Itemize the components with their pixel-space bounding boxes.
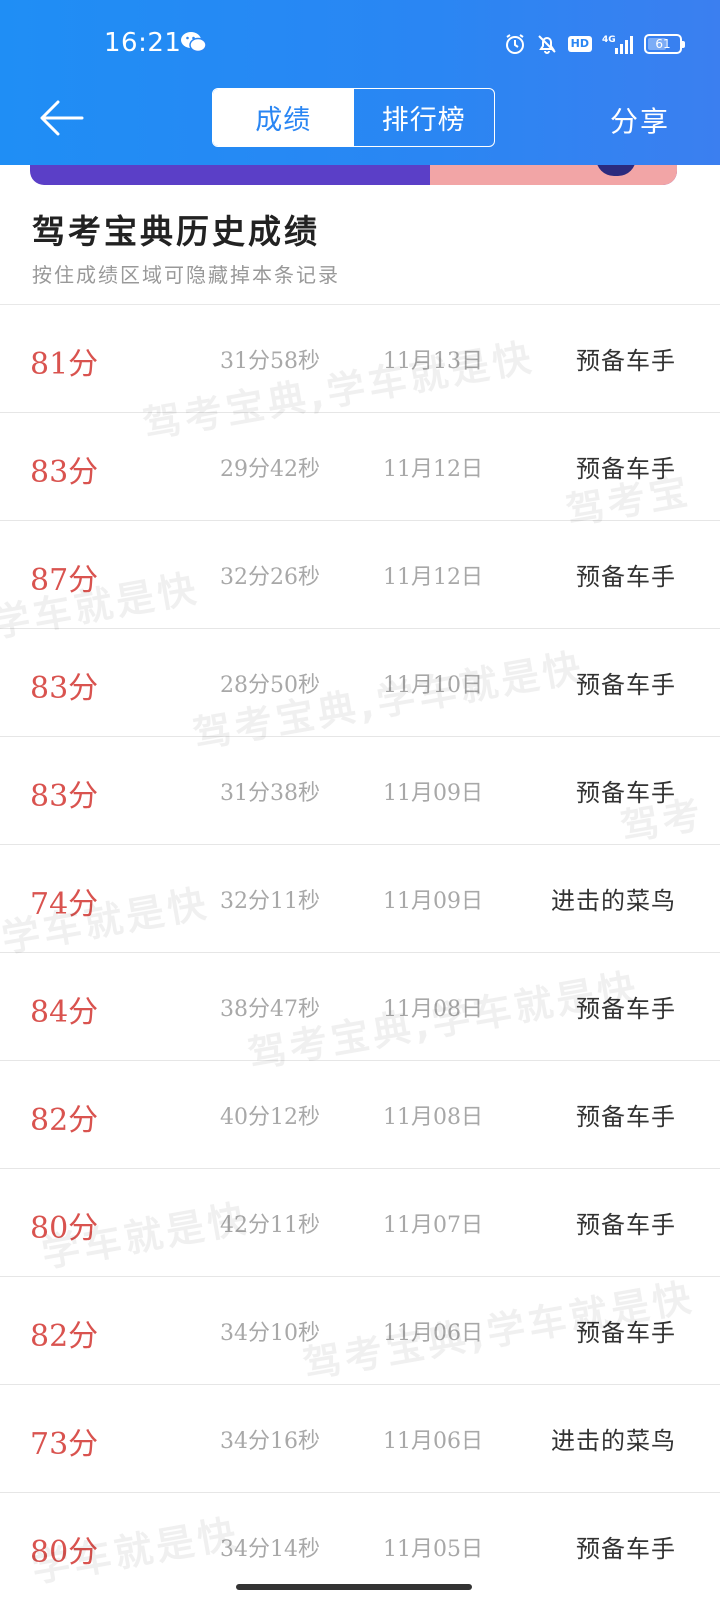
history-header: 驾考宝典历史成绩 按住成绩区域可隐藏掉本条记录 xyxy=(0,185,720,305)
score-record-row[interactable]: 87分 32分26秒 11月12日 预备车手 xyxy=(0,521,720,629)
wechat-icon xyxy=(181,32,207,53)
page-subtitle: 按住成绩区域可隐藏掉本条记录 xyxy=(32,263,340,287)
record-level: 预备车手 xyxy=(576,779,676,807)
back-arrow-icon[interactable] xyxy=(38,96,84,140)
hd-icon: HD xyxy=(567,36,592,52)
svg-text:4G: 4G xyxy=(602,35,616,45)
record-duration: 31分58秒 xyxy=(220,349,320,374)
bell-off-icon xyxy=(536,33,558,55)
record-duration: 32分11秒 xyxy=(220,889,320,914)
score-record-row[interactable]: 82分 40分12秒 11月08日 预备车手 xyxy=(0,1061,720,1169)
tab-leaderboard[interactable]: 排行榜 xyxy=(354,89,495,146)
record-duration: 42分11秒 xyxy=(220,1213,320,1238)
record-score: 84分 xyxy=(30,995,99,1030)
record-score: 82分 xyxy=(30,1319,99,1354)
record-duration: 31分38秒 xyxy=(220,781,320,806)
battery-level: 61 xyxy=(655,37,671,51)
score-record-row[interactable]: 74分 32分11秒 11月09日 进击的菜鸟 xyxy=(0,845,720,953)
signal-icon: 4G xyxy=(602,33,634,55)
score-history-list: 81分 31分58秒 11月13日 预备车手 83分 29分42秒 11月12日 预备车手 87… xyxy=(0,305,720,1600)
record-duration: 38分47秒 xyxy=(220,997,320,1022)
record-date: 11月13日 xyxy=(383,349,483,374)
segmented-tabs: 成绩 排行榜 xyxy=(212,88,495,147)
share-button[interactable]: 分享 xyxy=(610,100,670,140)
record-duration: 28分50秒 xyxy=(220,673,320,698)
alarm-icon xyxy=(504,33,526,55)
record-date: 11月12日 xyxy=(383,457,483,482)
record-date: 11月12日 xyxy=(383,565,483,590)
tab-scores[interactable]: 成绩 xyxy=(213,89,354,146)
record-duration: 32分26秒 xyxy=(220,565,320,590)
record-level: 预备车手 xyxy=(576,1211,676,1239)
record-date: 11月10日 xyxy=(383,673,483,698)
record-score: 82分 xyxy=(30,1103,99,1138)
record-level: 预备车手 xyxy=(576,347,676,375)
record-score: 80分 xyxy=(30,1535,99,1570)
record-score: 80分 xyxy=(30,1211,99,1246)
record-duration: 34分16秒 xyxy=(220,1429,320,1454)
record-level: 预备车手 xyxy=(576,1535,676,1563)
score-record-row[interactable]: 83分 31分38秒 11月09日 预备车手 xyxy=(0,737,720,845)
record-date: 11月09日 xyxy=(383,781,483,806)
score-record-row[interactable]: 73分 34分16秒 11月06日 进击的菜鸟 xyxy=(0,1385,720,1493)
score-record-row[interactable]: 84分 38分47秒 11月08日 预备车手 xyxy=(0,953,720,1061)
record-date: 11月08日 xyxy=(383,997,483,1022)
record-level: 预备车手 xyxy=(576,1319,676,1347)
record-level: 进击的菜鸟 xyxy=(551,1427,676,1455)
score-record-row[interactable]: 81分 31分58秒 11月13日 预备车手 xyxy=(0,305,720,413)
record-level: 预备车手 xyxy=(576,455,676,483)
record-level: 预备车手 xyxy=(576,995,676,1023)
score-record-row[interactable]: 80分 42分11秒 11月07日 预备车手 xyxy=(0,1169,720,1277)
record-score: 83分 xyxy=(30,455,99,490)
record-score: 87分 xyxy=(30,563,99,598)
record-score: 73分 xyxy=(30,1427,99,1462)
record-level: 预备车手 xyxy=(576,1103,676,1131)
score-record-row[interactable]: 83分 28分50秒 11月10日 预备车手 xyxy=(0,629,720,737)
record-date: 11月05日 xyxy=(383,1537,483,1562)
record-duration: 34分10秒 xyxy=(220,1321,320,1346)
record-score: 83分 xyxy=(30,671,99,706)
battery-icon: 61 xyxy=(644,34,685,54)
record-date: 11月06日 xyxy=(383,1321,483,1346)
record-date: 11月07日 xyxy=(383,1213,483,1238)
record-level: 进击的菜鸟 xyxy=(551,887,676,915)
score-record-row[interactable]: 83分 29分42秒 11月12日 预备车手 xyxy=(0,413,720,521)
record-score: 74分 xyxy=(30,887,99,922)
record-duration: 29分42秒 xyxy=(220,457,320,482)
status-bar: 16:21 HD 4G 61 xyxy=(0,0,720,90)
record-level: 预备车手 xyxy=(576,671,676,699)
record-date: 11月08日 xyxy=(383,1105,483,1130)
status-icons: HD 4G 61 xyxy=(504,30,685,58)
status-time: 16:21 xyxy=(104,28,182,58)
record-score: 83分 xyxy=(30,779,99,814)
home-indicator[interactable] xyxy=(236,1584,472,1590)
record-level: 预备车手 xyxy=(576,563,676,591)
top-app-bar: 16:21 HD 4G 61 成绩 排行榜 分享 xyxy=(0,0,720,165)
record-date: 11月06日 xyxy=(383,1429,483,1454)
record-score: 81分 xyxy=(30,347,99,382)
record-duration: 40分12秒 xyxy=(220,1105,320,1130)
page-title: 驾考宝典历史成绩 xyxy=(32,212,320,251)
record-date: 11月09日 xyxy=(383,889,483,914)
score-record-row[interactable]: 82分 34分10秒 11月06日 预备车手 xyxy=(0,1277,720,1385)
record-duration: 34分14秒 xyxy=(220,1537,320,1562)
